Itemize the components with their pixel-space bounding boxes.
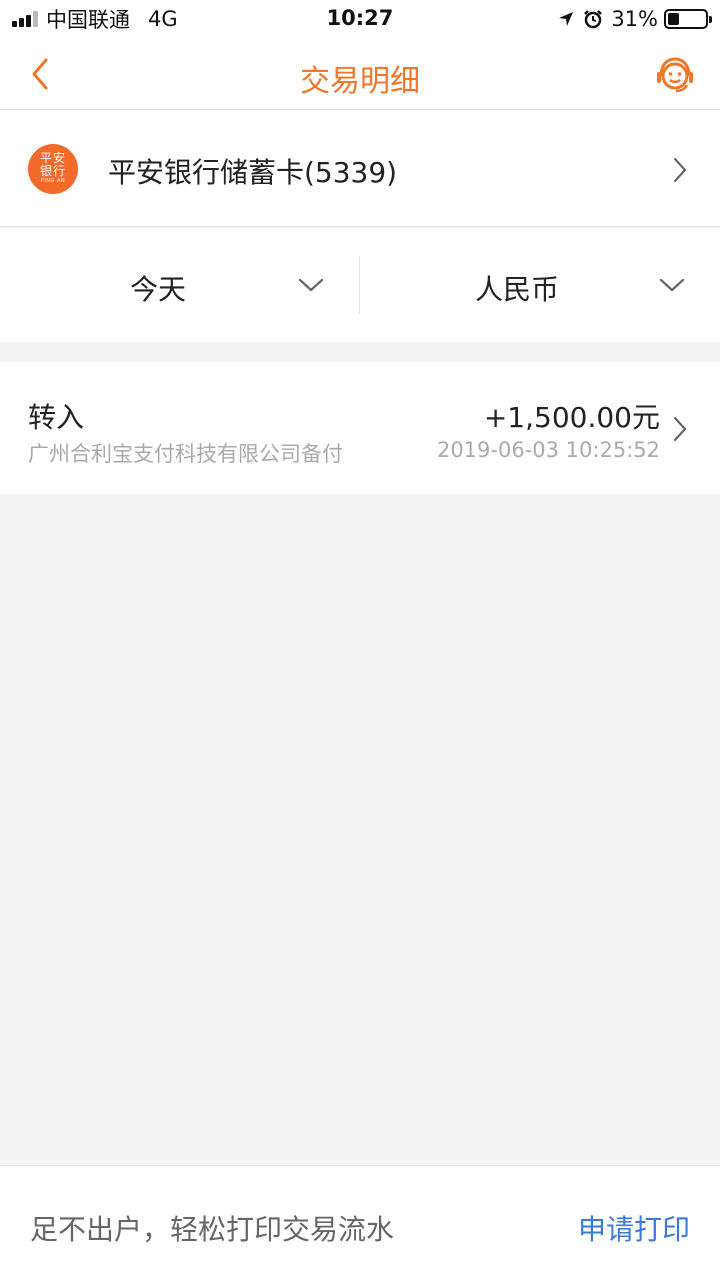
print-bar: 足不出户，轻松打印交易流水 申请打印 — [0, 1165, 720, 1280]
transaction-amount: +1,500.00元 — [483, 401, 660, 434]
print-promo-text: 足不出户，轻松打印交易流水 — [30, 1213, 395, 1246]
date-filter-label: 今天 — [130, 273, 187, 306]
transaction-row[interactable]: 转入 广州合利宝支付科技有限公司备付 +1,500.00元 2019-06-03… — [0, 362, 720, 494]
customer-service-icon[interactable] — [654, 54, 696, 96]
chevron-down-icon — [298, 278, 324, 292]
date-filter[interactable]: 今天 — [0, 228, 359, 342]
account-selector[interactable]: 平安 银行 PING AN 平安银行储蓄卡(5339) — [0, 111, 720, 227]
filter-bar: 今天 人民币 — [0, 228, 720, 342]
battery-percent: 31% — [611, 7, 658, 31]
transaction-time: 2019-06-03 10:25:52 — [436, 438, 660, 462]
alarm-icon — [584, 10, 603, 29]
filter-divider — [359, 256, 360, 314]
account-name: 平安银行储蓄卡(5339) — [108, 156, 398, 189]
page-title: 交易明细 — [300, 64, 420, 99]
chevron-right-icon — [673, 416, 687, 442]
bank-logo: 平安 银行 PING AN — [28, 144, 78, 194]
chevron-down-icon — [659, 278, 685, 292]
location-icon — [559, 12, 574, 26]
bank-logo-text-2: 银行 — [39, 164, 66, 178]
transaction-type: 转入 — [28, 401, 85, 434]
currency-filter[interactable]: 人民币 — [361, 228, 720, 342]
status-bar: 中国联通 4G 10:27 31% — [0, 0, 720, 38]
battery-icon — [664, 9, 712, 29]
chevron-right-icon — [673, 157, 687, 183]
nav-bar: 交易明细 — [0, 38, 720, 110]
currency-filter-label: 人民币 — [475, 273, 560, 306]
status-right: 31% — [557, 6, 712, 32]
apply-print-button[interactable]: 申请打印 — [578, 1208, 690, 1248]
bank-logo-text-3: PING AN — [40, 178, 66, 184]
transaction-description: 广州合利宝支付科技有限公司备付 — [28, 442, 343, 466]
